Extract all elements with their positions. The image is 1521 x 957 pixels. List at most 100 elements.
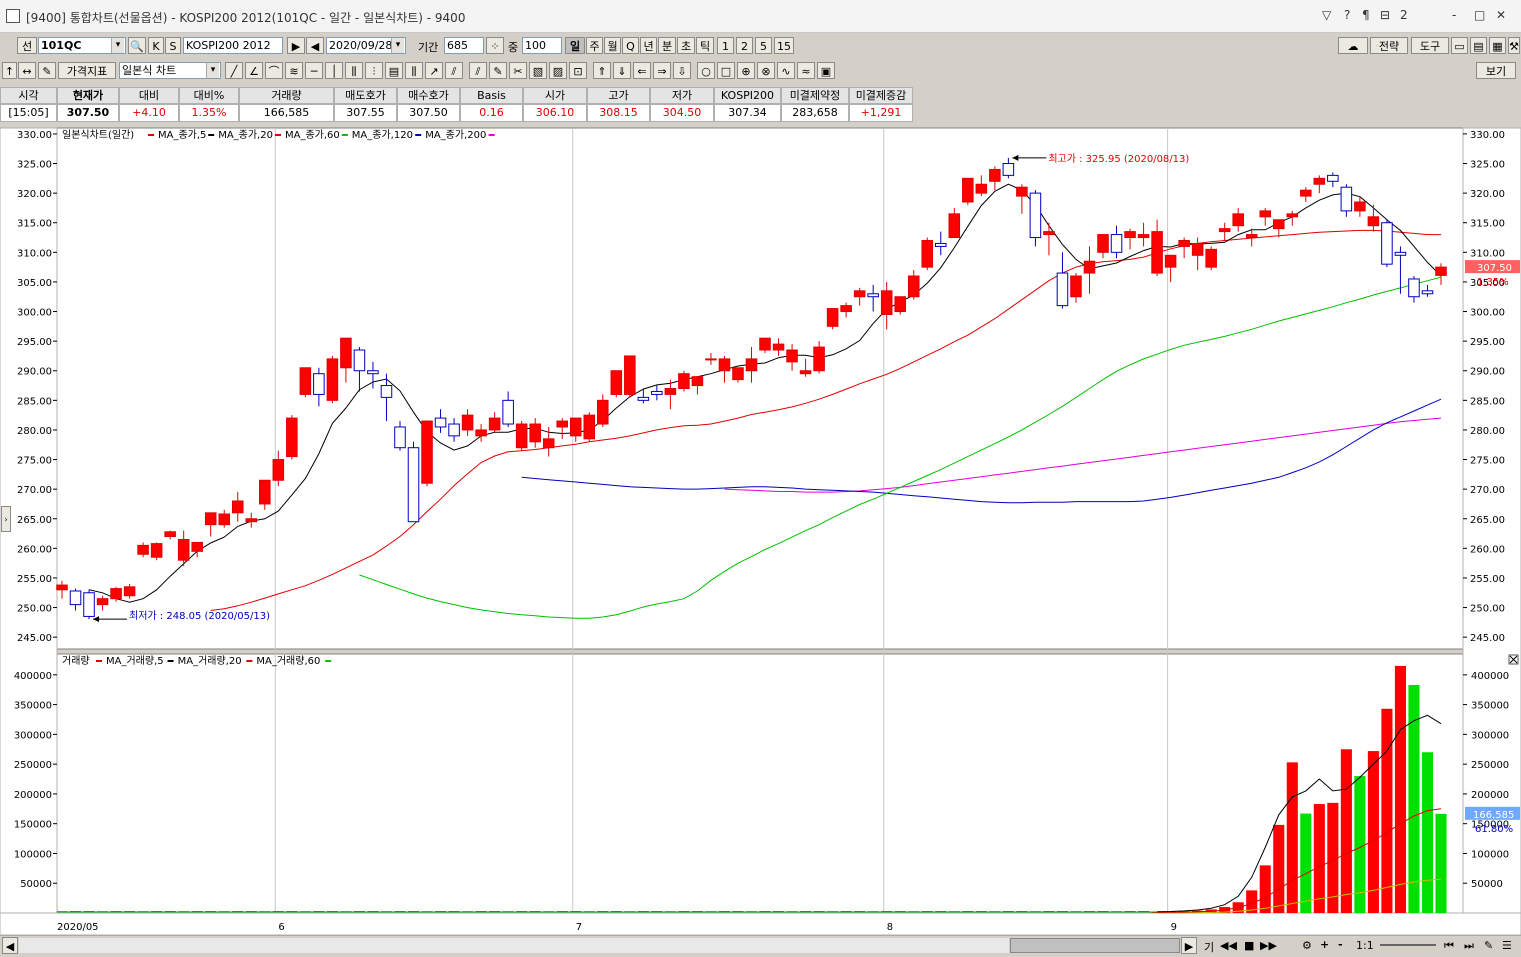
wrench-icon[interactable]: ⚒ (1508, 37, 1520, 54)
scroll-track[interactable] (19, 938, 1009, 953)
draw-tool-icon[interactable]: ∿ (777, 62, 795, 79)
y-tick-label-left: 295.00 (17, 337, 52, 348)
interval-second[interactable]: 초 (677, 37, 695, 54)
draw-tool-icon[interactable]: ⇒ (653, 62, 671, 79)
code-select[interactable]: 101QC (38, 37, 126, 54)
layout-icon[interactable]: ⊟ (1380, 8, 1390, 22)
pin-icon[interactable]: ¶ (1362, 8, 1370, 22)
draw-tool-icon[interactable]: ↗ (425, 62, 443, 79)
up-arrow-icon[interactable]: ↑ (2, 62, 17, 79)
draw-tool-icon[interactable]: ▣ (817, 62, 835, 79)
draw-tool-icon[interactable]: □ (717, 62, 735, 79)
zoom-out-icon[interactable]: - (1338, 938, 1343, 951)
interval-1[interactable]: 1 (717, 37, 734, 54)
zoom-slider[interactable] (1380, 944, 1436, 946)
strategy-button[interactable]: 전략 (1370, 37, 1408, 54)
scroll-arrows-icon[interactable]: ↔ (18, 62, 36, 79)
edit-small-icon[interactable]: ✎ (1484, 939, 1493, 952)
draw-tool-icon[interactable]: ╱ (225, 62, 243, 79)
draw-tool-icon[interactable]: ○ (697, 62, 715, 79)
mode-button[interactable]: 선 (17, 37, 37, 54)
interval-month[interactable]: 월 (604, 37, 621, 54)
scroll-thumb[interactable] (1010, 938, 1180, 953)
search-icon[interactable]: 🔍 (128, 37, 146, 54)
interval-2[interactable]: 2 (736, 37, 753, 54)
y-tick-label-right: 265.00 (1470, 515, 1505, 526)
expand-icon[interactable]: ⁘ (486, 37, 504, 54)
draw-tool-icon[interactable]: ⫼ (345, 62, 363, 79)
volume-tick-label-right: 100000 (1471, 849, 1509, 860)
next-arrow-icon[interactable]: ▶ (287, 37, 305, 54)
draw-tool-icon[interactable]: ⌒ (265, 62, 283, 79)
draw-tool-icon[interactable]: ▧ (529, 62, 547, 79)
open-icon[interactable]: ▭ (1451, 37, 1468, 54)
draw-tool-icon[interactable]: ⇓ (613, 62, 631, 79)
draw-tool-icon[interactable]: ⊗ (757, 62, 775, 79)
draw-tool-icon[interactable]: ▨ (549, 62, 567, 79)
candle-body (705, 358, 717, 361)
help-icon[interactable]: ? (1344, 8, 1350, 22)
draw-tool-icon[interactable]: ✂ (509, 62, 527, 79)
chart-svg[interactable]: 2020/05 6 7 8 9 245.00 245.00 250.00 250.00 255.0… (0, 124, 1521, 954)
maximize-button[interactable]: □ (1474, 8, 1485, 22)
zoom-in-icon[interactable]: + (1320, 938, 1329, 951)
settings-small-icon[interactable]: ⚙ (1302, 939, 1312, 952)
chart-area[interactable]: 2020/05 6 7 8 9 245.00 245.00 250.00 250.00 255.0… (0, 124, 1521, 954)
settings-icon[interactable]: ▽ (1322, 8, 1331, 22)
save-icon[interactable]: ▤ (1470, 37, 1487, 54)
draw-tool-icon[interactable]: ≋ (285, 62, 303, 79)
first-page-icon[interactable]: ⏮ (1444, 939, 1454, 953)
draw-tool-icon[interactable]: ∠ (245, 62, 263, 79)
cloud-icon[interactable]: ☁ (1338, 37, 1368, 54)
interval-quarter[interactable]: Q (622, 37, 639, 54)
interval-minute[interactable]: 분 (658, 37, 676, 54)
draw-tool-icon[interactable]: ⊕ (737, 62, 755, 79)
draw-tool-icon[interactable]: ⇑ (593, 62, 611, 79)
stop-icon[interactable]: ■ (1244, 939, 1254, 952)
k-button[interactable]: K (148, 37, 164, 54)
draw-tool-icon[interactable]: ⫽ (445, 62, 463, 79)
draw-tool-icon[interactable]: ⇩ (673, 62, 691, 79)
interval-5[interactable]: 5 (755, 37, 772, 54)
draw-tool-icon[interactable]: ⫶ (365, 62, 383, 79)
interval-year[interactable]: 년 (640, 37, 657, 54)
y-tick-label-right: 245.00 (1470, 633, 1505, 644)
left-panel-handle[interactable]: › (1, 506, 11, 532)
indicator-button[interactable]: 가격지표 (58, 62, 116, 79)
fast-forward-icon[interactable]: ▶▶ (1260, 939, 1277, 952)
scroll-left-button[interactable]: ◀ (2, 937, 18, 954)
prev-arrow-icon[interactable]: ◀ (306, 37, 324, 54)
draw-tool-icon[interactable]: ─ (305, 62, 323, 79)
edit-icon[interactable]: ✎ (38, 62, 56, 79)
draw-tool-icon[interactable]: ≈ (797, 62, 815, 79)
interval-week[interactable]: 주 (586, 37, 603, 54)
footer-button[interactable]: 기 (1204, 939, 1214, 955)
draw-tool-icon[interactable]: ⇐ (633, 62, 651, 79)
interval-tick[interactable]: 틱 (696, 37, 714, 54)
draw-tool-icon[interactable]: ⊡ (569, 62, 587, 79)
candle-body (664, 388, 677, 395)
last-page-icon[interactable]: ⏭ (1464, 939, 1474, 953)
date-select[interactable]: 2020/09/28 (326, 37, 406, 54)
view-button[interactable]: 보기 (1476, 62, 1516, 79)
tools-button[interactable]: 도구 (1411, 37, 1449, 54)
draw-tool-icon[interactable]: ⫽ (469, 62, 487, 79)
list-icon[interactable]: ☰ (1502, 939, 1512, 952)
chart-type-select[interactable]: 일본식 차트 (119, 62, 221, 79)
rewind-icon[interactable]: ◀◀ (1220, 939, 1237, 952)
draw-tool-icon[interactable]: ▤ (385, 62, 403, 79)
period-input[interactable]: 685 (444, 37, 484, 54)
reset-zoom-button[interactable]: 1:1 (1356, 939, 1374, 952)
draw-tool-icon[interactable]: │ (325, 62, 343, 79)
screen-number-icon[interactable]: 2 (1400, 8, 1408, 22)
overlap-input[interactable]: 100 (522, 37, 562, 54)
minimize-button[interactable]: - (1452, 8, 1456, 22)
interval-day[interactable]: 일 (565, 37, 585, 54)
draw-tool-icon[interactable]: ⫼ (405, 62, 423, 79)
interval-15[interactable]: 15 (774, 37, 794, 54)
close-button[interactable]: ✕ (1496, 8, 1506, 22)
print-icon[interactable]: ▦ (1489, 37, 1506, 54)
scroll-right-button[interactable]: ▶ (1181, 937, 1197, 954)
draw-tool-icon[interactable]: ✎ (489, 62, 507, 79)
s-button[interactable]: S (165, 37, 181, 54)
